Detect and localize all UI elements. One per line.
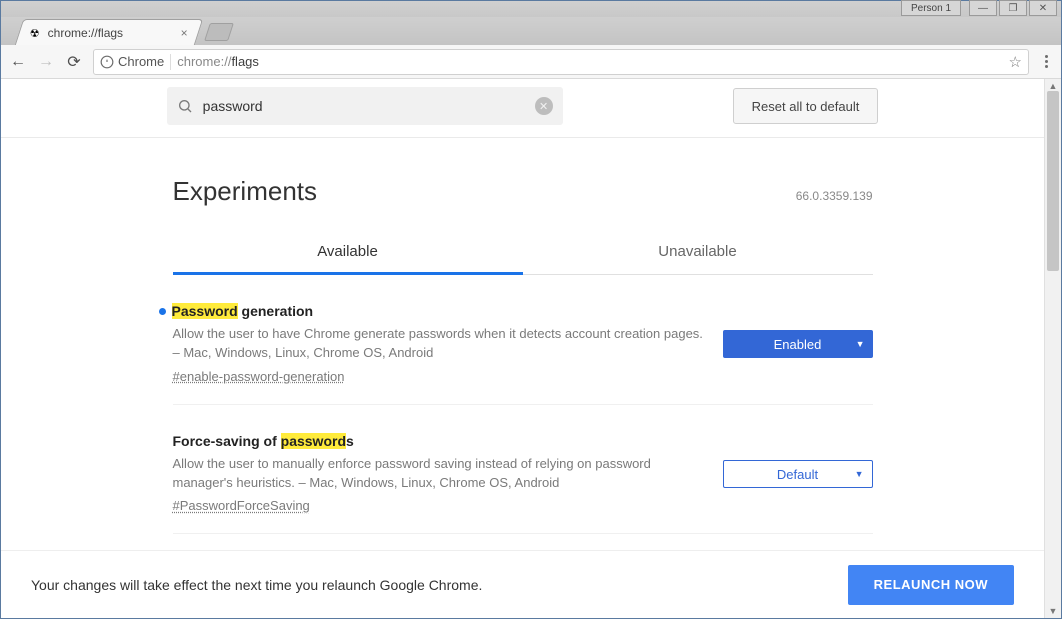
chevron-down-icon: ▼ <box>856 339 865 349</box>
vertical-scrollbar[interactable]: ▲ ▼ <box>1044 79 1061 618</box>
scheme-label: Chrome <box>118 54 164 69</box>
close-window-button[interactable]: ✕ <box>1029 0 1057 16</box>
tab-available[interactable]: Available <box>173 231 523 275</box>
scroll-thumb[interactable] <box>1047 91 1059 271</box>
search-box[interactable]: ✕ <box>167 87 563 125</box>
experiment-description: Allow the user to manually enforce passw… <box>173 455 711 493</box>
window-controls: ― ❐ ✕ <box>969 0 1057 16</box>
url-text: chrome://flags <box>177 54 259 69</box>
experiment-state-select[interactable]: Default ▼ <box>723 460 873 488</box>
chrome-menu-button[interactable] <box>1039 55 1053 68</box>
reload-button[interactable]: ⟳ <box>65 53 83 71</box>
experiment-hash-link[interactable]: #enable-password-generation <box>173 369 345 384</box>
forward-button: → <box>37 53 55 71</box>
relaunch-button[interactable]: RELAUNCH NOW <box>848 565 1014 605</box>
omnibox-divider <box>170 54 171 70</box>
address-bar[interactable]: Chrome chrome://flags ☆ <box>93 49 1029 75</box>
experiment-row: Force-saving of passwords Allow the user… <box>173 405 873 535</box>
browser-toolbar: ← → ⟳ Chrome chrome://flags ☆ <box>1 45 1061 79</box>
tabs-bar: Available Unavailable <box>173 231 873 275</box>
scroll-down-icon[interactable]: ▼ <box>1045 604 1061 618</box>
radiation-icon: ☢ <box>28 26 42 40</box>
flags-header: ✕ Reset all to default <box>1 79 1044 138</box>
search-input[interactable] <box>203 98 525 114</box>
chevron-down-icon: ▼ <box>855 469 864 479</box>
experiment-state-select[interactable]: Enabled ▼ <box>723 330 873 358</box>
clear-search-icon[interactable]: ✕ <box>535 97 553 115</box>
site-info-icon[interactable]: Chrome <box>100 54 164 69</box>
browser-tab[interactable]: ☢ chrome://flags × <box>15 19 203 45</box>
window-titlebar: Person 1 ― ❐ ✕ <box>1 1 1061 17</box>
back-button[interactable]: ← <box>9 53 27 71</box>
search-icon <box>177 98 193 114</box>
tab-strip: ☢ chrome://flags × <box>1 17 1061 45</box>
select-value: Enabled <box>774 337 822 352</box>
experiment-row: Password generation Allow the user to ha… <box>173 275 873 405</box>
tab-unavailable[interactable]: Unavailable <box>523 231 873 274</box>
bookmark-star-icon[interactable]: ☆ <box>1009 53 1022 71</box>
new-tab-button[interactable] <box>204 23 234 41</box>
modified-dot-icon <box>159 308 166 315</box>
tab-title: chrome://flags <box>48 26 173 40</box>
minimize-button[interactable]: ― <box>969 0 997 16</box>
experiment-title: Password generation <box>173 303 711 319</box>
close-tab-icon[interactable]: × <box>179 26 190 40</box>
maximize-button[interactable]: ❐ <box>999 0 1027 16</box>
flags-page: ✕ Reset all to default Experiments 66.0.… <box>1 79 1044 618</box>
profile-badge[interactable]: Person 1 <box>901 0 961 16</box>
page-title: Experiments <box>173 176 318 207</box>
relaunch-message: Your changes will take effect the next t… <box>31 577 482 593</box>
experiment-title: Force-saving of passwords <box>173 433 711 449</box>
select-value: Default <box>777 467 818 482</box>
experiment-hash-link[interactable]: #PasswordForceSaving <box>173 498 310 513</box>
experiment-description: Allow the user to have Chrome generate p… <box>173 325 711 363</box>
reset-all-button[interactable]: Reset all to default <box>733 88 879 124</box>
relaunch-bar: Your changes will take effect the next t… <box>1 550 1044 618</box>
version-label: 66.0.3359.139 <box>796 189 873 203</box>
